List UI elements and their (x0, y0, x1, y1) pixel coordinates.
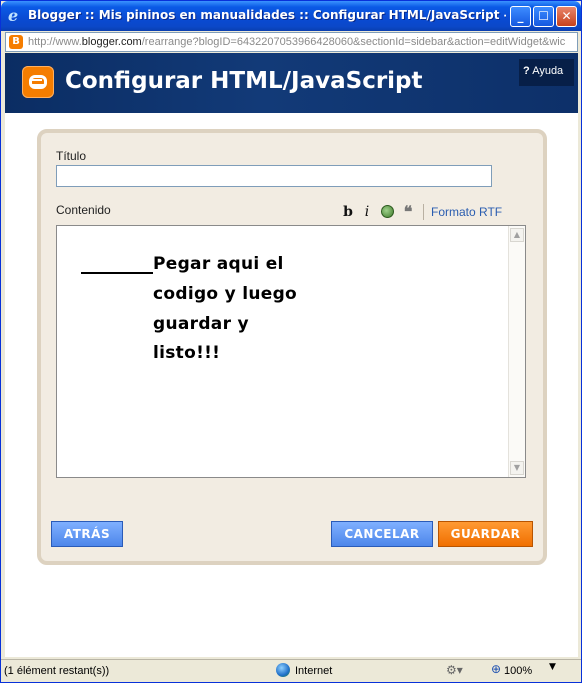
page-title: Configurar HTML/JavaScript (65, 68, 423, 94)
window-title: Blogger :: Mis pininos en manualidades :… (28, 8, 506, 22)
zoom-dropdown-icon[interactable]: ▼ (549, 662, 556, 672)
page-content: Configurar HTML/JavaScript ? Ayuda Títul… (5, 53, 578, 657)
content-editor[interactable]: Pegar aqui el codigo y luego guardar y l… (56, 225, 526, 478)
maximize-button[interactable]: ☐ (533, 6, 554, 27)
globe-icon (276, 663, 290, 677)
image-icon (380, 205, 394, 218)
help-link[interactable]: ? Ayuda (519, 59, 574, 86)
editor-line: Pegar aqui el (153, 254, 284, 274)
cancel-button[interactable]: CANCELAR (331, 521, 433, 547)
title-label: Título (56, 149, 87, 163)
security-zone: Internet (295, 665, 333, 677)
widget-config-panel: Título Contenido b i ❝ Formato RTF Pegar… (37, 129, 547, 565)
blogger-favicon-icon: B (9, 35, 23, 49)
title-bar[interactable]: e Blogger :: Mis pininos en manualidades… (1, 1, 581, 31)
url-domain: blogger.com (81, 36, 142, 48)
help-icon: ? (523, 65, 530, 77)
blogger-logo-icon (22, 66, 54, 98)
zoom-level[interactable]: 100% (504, 662, 532, 680)
insert-image-button[interactable] (379, 203, 395, 221)
status-text: (1 élément restant(s)) (4, 665, 110, 677)
blockquote-button[interactable]: ❝ (401, 203, 415, 221)
rich-text-link[interactable]: Formato RTF (431, 205, 502, 219)
browser-window: e Blogger :: Mis pininos en manualidades… (0, 0, 582, 683)
url-path: /rearrange?blogID=6432207053966428060&se… (141, 36, 566, 48)
italic-button[interactable]: i (361, 203, 373, 221)
toolbar-divider (423, 204, 424, 220)
url-prefix: http://www. (28, 36, 82, 48)
close-button[interactable]: ✕ (556, 6, 577, 27)
editor-line: codigo y luego (153, 284, 298, 304)
zoom-icon: ⊕ (491, 662, 502, 676)
editor-scrollbar[interactable]: ▲ ▼ (508, 226, 525, 477)
bold-button[interactable]: b (341, 203, 355, 221)
editor-line: guardar y (153, 314, 249, 334)
editor-text-area[interactable]: Pegar aqui el codigo y luego guardar y l… (57, 226, 507, 476)
title-input[interactable] (56, 165, 492, 187)
back-button[interactable]: ATRÁS (51, 521, 123, 547)
protected-mode-icon[interactable]: ⚙▾ (446, 663, 463, 677)
annotation-underline (81, 272, 153, 274)
save-button[interactable]: GUARDAR (438, 521, 533, 547)
help-label: Ayuda (532, 65, 564, 77)
address-bar[interactable]: B http://www.blogger.com/rearrange?blogI… (5, 32, 578, 52)
minimize-button[interactable]: _ (510, 6, 531, 27)
content-label: Contenido (56, 203, 111, 217)
status-bar: (1 élément restant(s)) Internet ⚙▾ ⊕ 100… (1, 659, 581, 682)
url-text: http://www.blogger.com/rearrange?blogID=… (28, 36, 576, 48)
scroll-up-icon[interactable]: ▲ (510, 228, 524, 242)
editor-line: listo!!! (153, 343, 221, 363)
scroll-down-icon[interactable]: ▼ (510, 461, 524, 475)
page-header: Configurar HTML/JavaScript ? Ayuda (5, 53, 578, 113)
internet-explorer-icon: e (8, 6, 19, 25)
